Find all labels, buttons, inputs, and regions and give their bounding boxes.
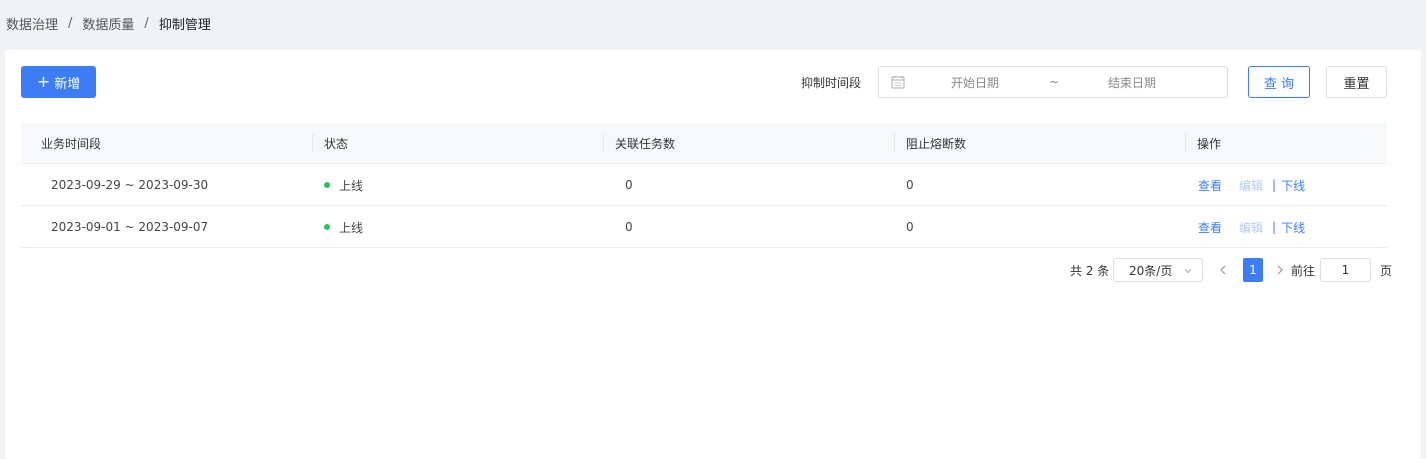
cell-business-period: 2023-09-01 ~ 2023-09-07 [51,220,209,234]
view-link[interactable]: 查看 [1198,219,1222,236]
action-separator: | [1272,220,1277,234]
breadcrumb-separator: / [68,15,73,31]
breadcrumb-item-data-quality[interactable]: 数据质量 [82,14,134,33]
cell-related-tasks: 0 [625,178,633,192]
goto-page-input[interactable] [1320,258,1371,282]
date-range-picker[interactable]: 开始日期 ~ 结束日期 [878,66,1228,98]
date-range-separator: ~ [1049,75,1060,89]
chevron-left-icon [1220,265,1226,275]
start-date-input[interactable]: 开始日期 [951,74,999,91]
status-online-dot [324,224,330,230]
end-date-input[interactable]: 结束日期 [1108,74,1156,91]
view-link[interactable]: 查看 [1198,177,1222,194]
edit-link[interactable]: 编辑 [1239,219,1263,236]
column-divider [603,134,604,152]
breadcrumb: 数据治理 / 数据质量 / 抑制管理 [6,0,211,46]
breadcrumb-item-suppression-management: 抑制管理 [158,17,211,33]
chevron-down-icon [1184,269,1192,274]
table-header: 业务时间段 状态 关联任务数 阻止熔断数 操作 [21,122,1387,164]
offline-link[interactable]: 下线 [1281,177,1305,194]
cell-status: 上线 [324,164,363,206]
table-row: 2023-09-01 ~ 2023-09-07 上线 0 0 查看 编辑 | 下… [21,206,1387,248]
breadcrumb-item-data-governance[interactable]: 数据治理 [6,14,58,33]
action-separator: | [1272,178,1277,192]
cell-blocked-fuses: 0 [906,178,914,192]
cell-status: 上线 [324,206,363,248]
column-header-status-label: 状态 [324,136,349,151]
column-header-blocked-fuses: 阻止熔断数 [894,122,967,164]
column-header-business-period: 业务时间段 [41,136,102,151]
column-header-actions-label: 操作 [1197,136,1222,151]
suppression-period-label: 抑制时间段 [801,75,862,90]
calendar-icon [891,76,905,89]
cell-blocked-fuses: 0 [906,220,914,234]
cell-related-tasks: 0 [625,220,633,234]
column-divider [1185,134,1186,152]
page-number-current[interactable]: 1 [1243,258,1263,282]
goto-label: 前往 [1291,263,1316,278]
status-label: 上线 [339,178,364,193]
reset-button[interactable]: 重置 [1326,66,1387,98]
cell-business-period: 2023-09-29 ~ 2023-09-30 [51,178,209,192]
breadcrumb-separator: / [144,15,149,31]
next-page-button[interactable] [1276,258,1288,282]
add-button[interactable]: + 新增 [21,66,96,98]
main-panel: + 新增 抑制时间段 开始日期 ~ 结束日期 查 询 重置 业务时间段 状态 关… [5,50,1421,459]
column-header-blocked-fuses-label: 阻止熔断数 [906,136,967,151]
prev-page-button[interactable] [1219,258,1231,282]
column-header-related-tasks-label: 关联任务数 [615,136,676,151]
cell-actions: 查看 编辑 | 下线 [1198,206,1305,248]
chevron-right-icon [1277,265,1283,275]
add-button-label: 新增 [54,76,81,92]
page-size-value: 20条/页 [1129,263,1173,278]
pagination: 共 2 条 20条/页 1 前往 页 [5,258,1421,282]
query-button[interactable]: 查 询 [1248,66,1310,98]
goto-suffix: 页 [1380,263,1393,278]
pagination-total: 共 2 条 [1070,263,1110,278]
page-size-select[interactable]: 20条/页 [1113,258,1203,282]
offline-link[interactable]: 下线 [1281,219,1305,236]
plus-icon: + [36,72,51,91]
column-header-status: 状态 [312,122,349,164]
cell-actions: 查看 编辑 | 下线 [1198,164,1305,206]
column-header-actions: 操作 [1185,122,1222,164]
table-row: 2023-09-29 ~ 2023-09-30 上线 0 0 查看 编辑 | 下… [21,164,1387,206]
status-label: 上线 [339,220,364,235]
column-divider [894,134,895,152]
status-online-dot [324,182,330,188]
suppression-table: 业务时间段 状态 关联任务数 阻止熔断数 操作 2023-09-29 ~ 202… [21,122,1387,248]
edit-link[interactable]: 编辑 [1239,177,1263,194]
column-header-related-tasks: 关联任务数 [603,122,676,164]
column-divider [312,134,313,152]
